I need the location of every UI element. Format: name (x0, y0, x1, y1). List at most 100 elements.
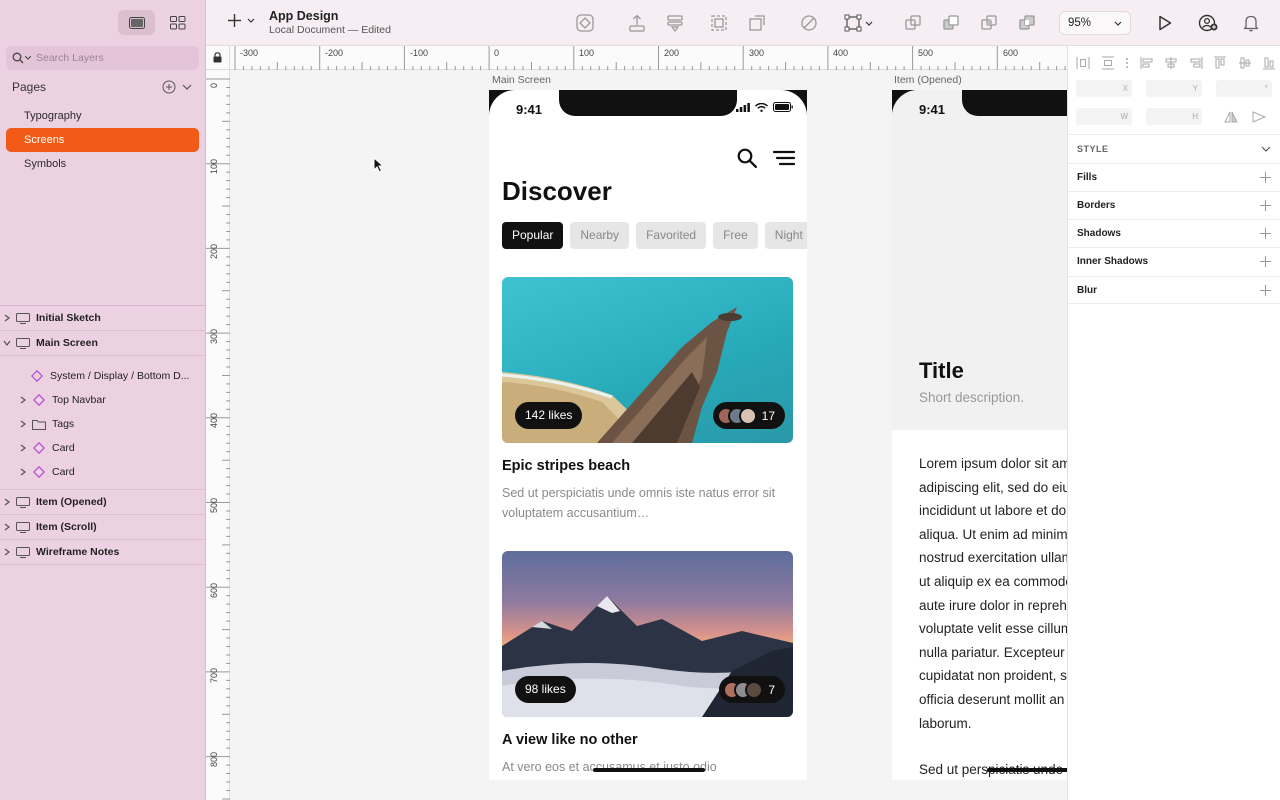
menu-icon[interactable] (773, 150, 795, 166)
chevron-down-icon[interactable] (0, 340, 14, 346)
card-description: Sed ut perspiciatis unde omnis iste natu… (502, 486, 776, 520)
artboard-label-main-screen[interactable]: Main Screen (492, 74, 551, 86)
style-section-header[interactable]: STYLE (1068, 134, 1280, 163)
notifications-button[interactable] (1240, 12, 1262, 34)
add-icon[interactable] (1260, 228, 1271, 239)
canvas[interactable]: -300 -200 -100 0 100 200 300 400 500 600… (206, 46, 1067, 800)
flip-vertical-icon[interactable] (1252, 110, 1266, 123)
single-view-button[interactable] (118, 10, 155, 35)
add-icon[interactable] (1260, 172, 1271, 183)
layer-item[interactable]: Top Navbar (0, 388, 206, 412)
align-center-icon[interactable] (1164, 56, 1178, 70)
intersect-button[interactable] (978, 12, 1000, 34)
avatar-group: 17 (712, 402, 785, 429)
chevron-right-icon[interactable] (16, 444, 30, 452)
card[interactable]: 98 likes 7 A view like no other At vero … (502, 551, 793, 777)
align-top-icon[interactable] (1213, 56, 1227, 70)
fills-section[interactable]: Fills (1068, 163, 1280, 191)
mask-button[interactable] (708, 12, 730, 34)
subtract-button[interactable] (940, 12, 962, 34)
chevron-right-icon[interactable] (0, 498, 14, 506)
add-icon[interactable] (1260, 200, 1271, 211)
inner-shadows-section[interactable]: Inner Shadows (1068, 247, 1280, 275)
align-middle-icon[interactable] (1238, 56, 1252, 70)
page-item-screens[interactable]: Screens (6, 128, 199, 152)
width-field[interactable]: W (1076, 108, 1132, 125)
ruler-lock[interactable] (206, 46, 230, 70)
layer-item[interactable]: Main Screen (0, 331, 206, 356)
add-icon[interactable] (1260, 284, 1271, 296)
tag-night[interactable]: Night (764, 222, 807, 249)
layer-label: Tags (52, 418, 75, 430)
distribute-vertical-icon[interactable] (1101, 56, 1115, 70)
distribute-horizontal-icon[interactable] (1076, 56, 1090, 70)
add-page-icon[interactable] (162, 80, 176, 94)
chevron-down-icon (865, 21, 872, 26)
page-item-symbols[interactable]: Symbols (6, 152, 199, 176)
chevron-right-icon[interactable] (16, 468, 30, 476)
search-icon[interactable] (737, 148, 757, 168)
align-right-icon[interactable] (1189, 56, 1203, 70)
layer-item[interactable]: Item (Opened) (0, 490, 206, 515)
align-bottom-icon[interactable] (1262, 56, 1276, 70)
x-field[interactable]: X (1076, 80, 1132, 97)
add-icon[interactable] (1260, 256, 1271, 267)
align-left-icon[interactable] (1140, 56, 1154, 70)
height-field[interactable]: H (1146, 108, 1202, 125)
blur-section[interactable]: Blur (1068, 276, 1280, 304)
edit-button[interactable] (798, 12, 820, 34)
card[interactable]: 142 likes 17 Epic stripes beach Sed ut p… (502, 277, 793, 523)
layer-item[interactable]: Card (0, 460, 206, 484)
layer-item[interactable]: System / Display / Bottom D... (0, 364, 206, 388)
layer-search[interactable] (6, 46, 199, 70)
layer-item[interactable]: Card (0, 436, 206, 460)
artboard-label-item-opened[interactable]: Item (Opened) (894, 74, 962, 86)
layer-item[interactable]: Wireframe Notes (0, 540, 206, 565)
union-button[interactable] (902, 12, 924, 34)
chevron-right-icon[interactable] (0, 548, 14, 556)
collapse-pages-icon[interactable] (182, 84, 192, 90)
share-button[interactable] (1197, 12, 1219, 34)
mask-icon (711, 15, 727, 31)
tag-popular[interactable]: Popular (502, 222, 564, 249)
y-field[interactable]: Y (1146, 80, 1202, 97)
borders-section[interactable]: Borders (1068, 191, 1280, 219)
chevron-right-icon[interactable] (16, 396, 30, 404)
more-icon[interactable] (1125, 56, 1129, 70)
tag-free[interactable]: Free (713, 222, 758, 249)
chevron-right-icon[interactable] (16, 420, 30, 428)
create-style-button[interactable] (664, 12, 686, 34)
item-opened-artboard[interactable]: 9:41 Title Short description. Lorem ipsu… (892, 90, 1067, 780)
layer-label: Main Screen (36, 337, 98, 349)
resize-menu-button[interactable] (840, 12, 876, 34)
flip-horizontal-icon[interactable] (1224, 111, 1238, 123)
play-icon (1159, 15, 1172, 31)
phone-notch (559, 90, 737, 116)
difference-button[interactable] (1016, 12, 1038, 34)
page-item-typography[interactable]: Typography (6, 104, 199, 128)
shadows-section[interactable]: Shadows (1068, 219, 1280, 247)
search-input[interactable] (36, 52, 196, 64)
tag-nearby[interactable]: Nearby (570, 222, 630, 249)
grid-view-icon (169, 15, 185, 29)
layer-item[interactable]: Tags (0, 412, 206, 436)
create-symbol-button[interactable] (574, 12, 596, 34)
zoom-select[interactable]: 95% (1059, 11, 1131, 35)
inspector-panel: X Y ° W H STYLE Fills Borders Shadows In… (1067, 46, 1280, 800)
main-screen-artboard[interactable]: 9:41 Discover Popular Nearby Favorited F… (489, 90, 807, 780)
grid-view-button[interactable] (159, 10, 196, 35)
chevron-right-icon[interactable] (0, 314, 14, 322)
layer-item[interactable]: Item (Scroll) (0, 515, 206, 540)
export-button[interactable] (626, 12, 648, 34)
chevron-right-icon[interactable] (0, 523, 14, 531)
artboard-icon (14, 546, 32, 558)
layer-item[interactable]: Initial Sketch (0, 306, 206, 331)
preview-button[interactable] (1154, 12, 1176, 34)
scale-button[interactable] (746, 12, 768, 34)
rotation-field[interactable]: ° (1216, 80, 1272, 97)
tag-favorited[interactable]: Favorited (636, 222, 707, 249)
layer-label: Wireframe Notes (36, 546, 120, 558)
vertical-ruler[interactable]: 0 100 200 300 400 500 600 700 800 (206, 70, 230, 800)
insert-button[interactable] (228, 14, 255, 27)
horizontal-ruler[interactable]: -300 -200 -100 0 100 200 300 400 500 600 (206, 46, 1067, 70)
